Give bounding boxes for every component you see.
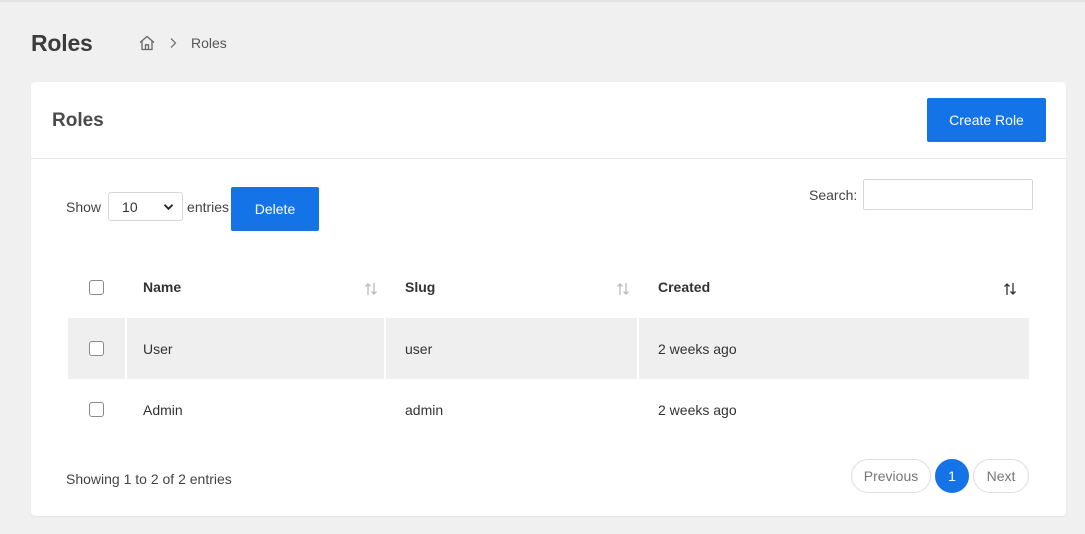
header-select-cell	[68, 257, 125, 318]
search-control: Search:	[809, 179, 1034, 210]
column-header-name-label: Name	[143, 279, 182, 295]
page-length-control: Show 10 entries	[66, 192, 229, 221]
sort-active-icon[interactable]	[1002, 281, 1018, 297]
row-checkbox[interactable]	[89, 341, 104, 356]
delete-button[interactable]: Delete	[231, 187, 319, 231]
page-length-value: 10	[122, 198, 138, 215]
page-title: Roles	[31, 29, 93, 56]
next-page-button[interactable]: Next	[973, 459, 1029, 493]
breadcrumb-current: Roles	[191, 35, 227, 51]
table-row[interactable]: Admin admin 2 weeks ago	[68, 379, 1029, 440]
column-header-slug[interactable]: Slug	[388, 257, 639, 318]
cell-slug: admin	[405, 401, 444, 418]
roles-table: Name Slug Created User user 2 weeks ago …	[68, 257, 1029, 440]
chevron-down-icon	[163, 203, 174, 210]
roles-card: Roles Create Role Show 10 entries Delete…	[31, 82, 1066, 516]
table-header-row: Name Slug Created	[68, 257, 1029, 318]
table-row[interactable]: User user 2 weeks ago	[68, 318, 1029, 379]
search-label: Search:	[809, 186, 858, 203]
row-select-cell	[68, 318, 125, 379]
column-header-slug-label: Slug	[405, 279, 436, 295]
page-header: Roles	[31, 28, 93, 58]
card-title: Roles	[52, 110, 104, 131]
cell-slug: user	[388, 318, 639, 379]
table-info: Showing 1 to 2 of 2 entries	[66, 471, 232, 487]
home-icon[interactable]	[138, 34, 156, 52]
search-input[interactable]	[863, 179, 1034, 210]
sort-icon[interactable]	[363, 281, 379, 297]
create-role-button[interactable]: Create Role	[927, 98, 1046, 142]
pagination: Previous 1 Next	[851, 459, 1029, 493]
row-select-cell	[68, 379, 125, 440]
row-checkbox[interactable]	[89, 402, 104, 417]
cell-created: 2 weeks ago	[658, 401, 737, 418]
column-header-name[interactable]: Name	[127, 257, 386, 318]
page-1-button[interactable]: 1	[935, 459, 969, 493]
cell-name: User	[127, 318, 386, 379]
cell-name: Admin	[143, 401, 183, 418]
select-all-checkbox[interactable]	[89, 280, 104, 295]
column-header-created[interactable]: Created	[641, 257, 1029, 318]
sort-icon[interactable]	[615, 281, 631, 297]
entries-label: entries	[187, 198, 230, 215]
column-header-created-label: Created	[658, 279, 711, 295]
previous-page-button[interactable]: Previous	[851, 459, 931, 493]
show-label: Show	[66, 198, 102, 215]
card-header: Roles Create Role	[31, 82, 1066, 159]
chevron-right-icon	[168, 37, 178, 49]
cell-created: 2 weeks ago	[658, 340, 737, 357]
page-length-select[interactable]: 10	[108, 192, 184, 221]
top-border	[0, 0, 1085, 2]
breadcrumb: Roles	[138, 33, 227, 53]
